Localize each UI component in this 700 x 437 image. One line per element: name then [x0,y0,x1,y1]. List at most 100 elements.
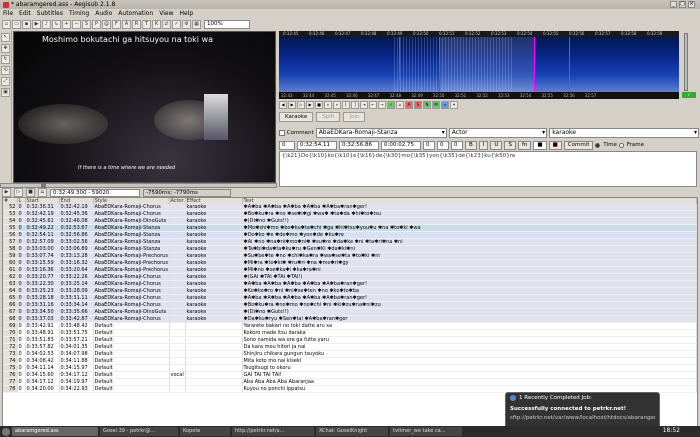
table-row[interactable]: 70 0 0:33:48.91 0:33:51.75 Default Kokoro mad… [3,329,697,338]
table-row[interactable]: 72 0 0:33:57.82 0:34:01.35 Default Da kara mo… [3,343,697,352]
styles-manager-icon[interactable]: S [82,19,91,29]
rotate-xy-tool-icon[interactable]: ⟲ [1,66,10,75]
grid-header[interactable]: Actor [169,198,186,204]
attachments-icon[interactable]: @ [102,19,111,29]
rotate-z-tool-icon[interactable]: ↻ [1,55,10,64]
table-row[interactable]: 69 0 0:33:42.91 0:33:48.42 Default Yararete b… [3,322,697,331]
split-button[interactable]: Split [316,111,341,122]
medusa-mode-icon[interactable]: M [432,100,440,109]
join-button[interactable]: Join [343,111,366,122]
start-time-field[interactable]: 0:32:54.11 [297,140,337,150]
actor-select[interactable]: Actor [448,127,548,138]
play-500ms-after-icon[interactable]: » [333,100,341,109]
prev-line-icon[interactable]: ◀ [279,100,287,109]
comment-checkbox[interactable] [279,129,285,136]
layer-field[interactable]: 0 [279,140,295,150]
kanji-timer-icon[interactable]: K [152,19,161,29]
italic-button[interactable]: I [478,140,489,150]
table-row[interactable]: 64 0 0:33:25.23 0:33:28.09 AbaEDKara-Romaji-… [3,287,697,296]
options-icon[interactable]: ⚙ [182,19,191,29]
link-icon[interactable]: ⚭ [450,100,458,109]
play-last-500ms-icon[interactable]: ] [351,100,359,109]
zoom-out-icon[interactable]: − [72,19,81,29]
margin-right-field[interactable]: 0 [437,140,449,150]
color2-button[interactable]: ■ [548,140,562,150]
menu-automation[interactable]: Automation [118,10,153,17]
menu-help[interactable]: Help [180,10,194,17]
shift-times-icon[interactable]: ⇄ [162,19,171,29]
task-item[interactable]: tvtimer_we take ca... [390,427,462,436]
play-to-end-icon[interactable]: ⇥ [360,100,368,109]
strikeout-button[interactable]: S [504,140,516,150]
font-button[interactable]: fn [517,140,532,150]
open-video-icon[interactable]: ▶ [32,19,41,29]
table-row[interactable]: 68 0 0:33:37.03 0:33:42.87 AbaEDKara-Romaji-… [3,315,697,324]
audio-commit-indicator[interactable]: ✓ [682,92,696,98]
video-time-field[interactable]: 0:32:49.300 - 59020 [50,188,140,197]
automation-icon[interactable]: A [122,19,131,29]
table-row[interactable]: 52 0 0:32:36.31 0:32:42.19 AbaEDKara-Romaji-… [3,204,697,212]
task-item[interactable]: abaramgered.ass [12,427,98,436]
underline-button[interactable]: U [490,140,503,150]
table-row[interactable]: 57 0 0:32:57.09 0:33:02.56 AbaEDKara-Romaji-… [3,238,697,247]
frame-radio[interactable] [618,142,624,148]
style-select[interactable]: AbaEDKara-Romaji-Stanza [315,127,447,138]
table-row[interactable]: 54 0 0:32:45.61 0:32:46.08 AbaEDKara-Romaji-… [3,217,697,226]
clip-tool-icon[interactable]: ▣ [1,88,10,97]
effect-field[interactable]: karaoke [549,127,699,138]
table-row[interactable]: 74 0 0:34:08.42 0:34:11.88 Default Mita koto … [3,357,697,366]
video-zoom-select[interactable]: 100% [204,19,250,29]
menu-file[interactable]: File [3,10,13,17]
video-display[interactable]: Moshimo bokutachi ga hitsuyou na toki wa… [13,31,276,183]
margin-left-field[interactable]: 0 [423,140,435,150]
table-row[interactable]: 55 0 0:32:49.22 0:32:53.67 AbaEDKara-Romaji-… [3,224,697,233]
table-row[interactable]: 75 0 0:34:11.14 0:34:15.97 Default Tsugitsugi… [3,364,697,373]
menu-edit[interactable]: Edit [19,10,31,17]
auto-next-icon[interactable]: N [423,100,431,109]
zoom-in-icon[interactable]: + [62,19,71,29]
menu-audio[interactable]: Audio [95,10,112,17]
spell-check-icon[interactable]: ✓ [172,19,181,29]
subtitle-text-editor[interactable]: {\k21}Do{\k10}ko{\k10}e{\k16}de{\k30}mo{… [279,151,697,187]
task-item[interactable]: XChat: GoseiKnight [316,427,388,436]
task-item[interactable]: Gosei 39 - petrkr@... [100,427,178,436]
resample-icon[interactable]: R [132,19,141,29]
bold-button[interactable]: B [465,140,477,150]
duration-field[interactable]: 0:00:02.75 [381,140,421,150]
close-button[interactable]: × [688,1,695,8]
drag-tool-icon[interactable]: ✥ [1,44,10,53]
table-row[interactable]: 53 0 0:32:42.19 0:32:45.36 AbaEDKara-Romaji-… [3,210,697,219]
commit-button[interactable]: Commit [563,140,594,150]
autoscroll-icon[interactable]: ⇊ [38,188,47,197]
stop-icon[interactable]: ■ [26,188,35,197]
play-current-line-icon[interactable]: ▶ [306,100,314,109]
save-file-icon[interactable]: ▪ [22,19,31,29]
menu-timing[interactable]: Timing [69,10,89,17]
task-item[interactable]: Kopete [180,427,230,436]
lead-in-icon[interactable]: ← [369,100,377,109]
table-row[interactable]: 58 0 0:33:03.00 0:33:06.89 AbaEDKara-Romaji-… [3,245,697,254]
open-audio-icon[interactable]: ♪ [42,19,51,29]
menu-subtitles[interactable]: Subtitles [37,10,63,17]
lead-out-icon[interactable]: → [378,100,386,109]
autoscroll-audio-icon[interactable]: S [414,100,422,109]
grid-tags-icon[interactable]: ▦ [192,19,201,29]
table-row[interactable]: 66 0 0:33:31.16 0:33:34.14 AbaEDKara-Romaji-… [3,301,697,310]
end-time-field[interactable]: 0:32:56.86 [339,140,379,150]
start-menu-icon[interactable] [2,427,10,436]
table-row[interactable]: 63 0 0:33:22.30 0:33:25.14 AbaEDKara-Romaji-… [3,280,697,289]
table-row[interactable]: 76 0 0:34:15.60 0:34:17.12 Default vocal GAI T… [3,371,697,380]
table-row[interactable]: 61 0 0:33:16.36 0:33:20.64 AbaEDKara-Romaji-… [3,266,697,275]
standard-tool-icon[interactable]: ↖ [1,33,10,42]
color1-button[interactable]: ■ [533,140,547,150]
maximize-button[interactable]: □ [679,1,686,8]
table-row[interactable]: 56 0 0:32:54.11 0:32:56.86 AbaEDKara-Romaji-… [3,231,697,240]
audio-selection[interactable] [439,37,535,92]
menu-view[interactable]: View [159,10,173,17]
fonts-collector-icon[interactable]: F [112,19,121,29]
properties-icon[interactable]: P [92,19,101,29]
scale-tool-icon[interactable]: ⤢ [1,77,10,86]
time-radio[interactable] [595,142,601,148]
play-line-icon[interactable]: ▷ [14,188,23,197]
margin-vertical-field[interactable]: 0 [451,140,463,150]
